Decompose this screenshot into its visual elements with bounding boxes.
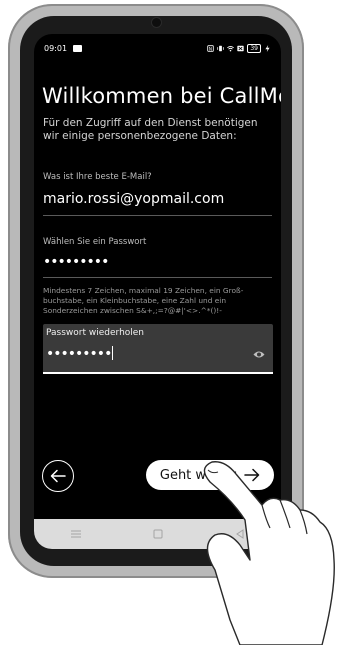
repeat-password-label: Passwort wiederholen bbox=[46, 328, 145, 338]
phone-frame: 09:01 N 39 Willkommen bei CallMe Für den… bbox=[8, 4, 304, 578]
message-notification-icon bbox=[73, 44, 83, 52]
nfc-icon: N bbox=[207, 44, 215, 52]
system-nav-bar bbox=[34, 519, 281, 549]
email-label: Was ist Ihre beste E-Mail? bbox=[43, 172, 152, 182]
next-button-label: Geht weiter bbox=[159, 467, 237, 483]
eye-icon[interactable] bbox=[253, 350, 265, 359]
arrow-left-icon bbox=[50, 469, 66, 483]
arrow-right-icon bbox=[244, 468, 260, 482]
signal-icon bbox=[237, 45, 245, 51]
wifi-icon bbox=[227, 45, 235, 51]
repeat-password-field[interactable]: Passwort wiederholen ••••••••• bbox=[43, 324, 273, 374]
front-camera bbox=[152, 18, 161, 27]
repeat-password-input[interactable]: ••••••••• bbox=[46, 346, 114, 362]
next-button[interactable]: Geht weiter bbox=[146, 460, 274, 490]
nav-back-icon[interactable] bbox=[235, 529, 245, 539]
app-screen: 09:01 N 39 Willkommen bei CallMe Für den… bbox=[34, 34, 281, 549]
password-hint: Mindestens 7 Zeichen, maximal 19 Zeichen… bbox=[43, 286, 244, 315]
status-bar: 09:01 N 39 bbox=[44, 41, 271, 55]
password-input[interactable]: ••••••••• bbox=[43, 254, 109, 270]
page-subtitle: Für den Zugriff auf den Dienst benötigen… bbox=[43, 117, 258, 142]
page-title: Willkommen bei CallMe bbox=[42, 84, 281, 108]
repeat-password-value: ••••••••• bbox=[46, 346, 112, 362]
text-caret bbox=[112, 346, 114, 360]
charging-icon bbox=[265, 44, 270, 52]
svg-text:N: N bbox=[209, 46, 212, 51]
password-label: Wählen Sie ein Passwort bbox=[43, 237, 147, 247]
home-icon[interactable] bbox=[153, 529, 163, 539]
password-underline bbox=[43, 277, 272, 278]
status-time: 09:01 bbox=[44, 43, 68, 53]
vibrate-icon bbox=[217, 45, 225, 51]
back-button[interactable] bbox=[42, 460, 74, 492]
recent-apps-icon[interactable] bbox=[70, 529, 82, 539]
email-underline bbox=[43, 215, 272, 216]
email-input[interactable]: mario.rossi@yopmail.com bbox=[43, 191, 224, 207]
battery-indicator: 39 bbox=[247, 43, 261, 53]
